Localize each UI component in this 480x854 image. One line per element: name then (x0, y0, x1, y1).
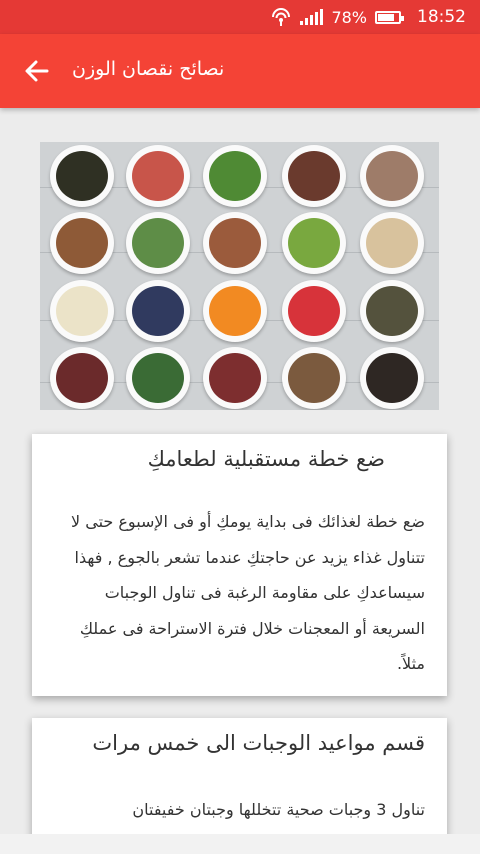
page-title: نصائح نقصان الوزن (72, 58, 225, 80)
content-scroll[interactable]: ضع خطة مستقبلية لطعامكِ ضع خطة لغذائك فى… (0, 108, 480, 834)
battery-icon (375, 10, 404, 24)
hotspot-icon (272, 8, 291, 26)
battery-percent: 78% (331, 7, 367, 27)
status-bar: 78% 18:52 (0, 0, 480, 34)
card-title: ضع خطة مستقبلية لطعامكِ (147, 447, 385, 471)
signal-icon (300, 9, 324, 25)
app-bar: نصائح نقصان الوزن (0, 34, 480, 108)
arrow-left-icon[interactable] (22, 56, 52, 86)
bottom-strip (0, 834, 480, 854)
card-body: ضع خطة لغذائك فى بداية يومكِ أو فى الإسب… (71, 512, 425, 673)
hero-food-image (40, 142, 439, 410)
tip-card: قسم مواعيد الوجبات الى خمس مرات تناول 3 … (32, 718, 447, 834)
clock: 18:52 (417, 7, 466, 27)
card-body: تناول 3 وجبات صحية تتخللها وجبتان خفيفتا… (132, 800, 425, 819)
tip-card: ضع خطة مستقبلية لطعامكِ ضع خطة لغذائك فى… (32, 434, 447, 696)
card-title: قسم مواعيد الوجبات الى خمس مرات (92, 731, 425, 755)
